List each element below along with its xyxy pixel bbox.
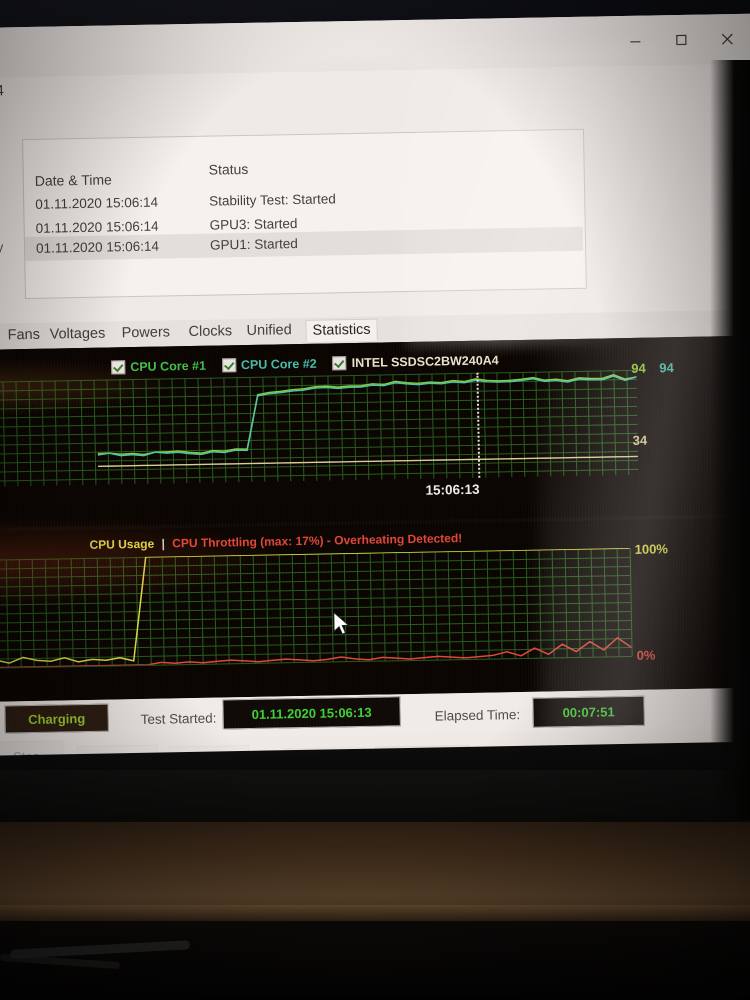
photo-of-laptop-screen: 64 nory Date & Time Status 01.11.2020 15… xyxy=(0,0,750,1000)
photo-vignette xyxy=(0,0,750,1000)
